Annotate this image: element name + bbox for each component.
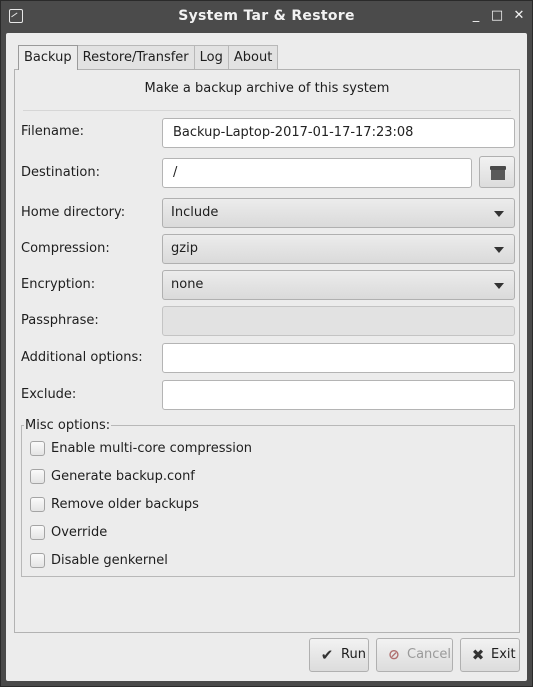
maximize-icon[interactable]: □ bbox=[489, 8, 505, 24]
exit-label: Exit bbox=[491, 647, 516, 662]
additional-options-label: Additional options: bbox=[21, 350, 143, 365]
window-title: System Tar & Restore bbox=[178, 8, 355, 24]
multicore-checkbox[interactable] bbox=[30, 441, 45, 456]
home-directory-value: Include bbox=[171, 205, 219, 220]
misc-options-title: Misc options: bbox=[24, 418, 112, 433]
encryption-value: none bbox=[171, 277, 204, 292]
tab-log[interactable]: Log bbox=[193, 45, 229, 69]
misc-options-group: Misc options: Enable multi-core compress… bbox=[21, 418, 515, 577]
additional-options-input[interactable] bbox=[162, 343, 515, 373]
multicore-label[interactable]: Enable multi-core compression bbox=[51, 441, 252, 456]
tab-backup[interactable]: Backup bbox=[18, 45, 78, 70]
close-window-icon[interactable]: ✕ bbox=[511, 8, 527, 24]
panel-heading: Make a backup archive of this system bbox=[144, 81, 390, 96]
override-label[interactable]: Override bbox=[51, 525, 107, 540]
generate-conf-checkbox[interactable] bbox=[30, 469, 45, 484]
folder-icon bbox=[490, 166, 506, 180]
home-directory-label: Home directory: bbox=[21, 205, 126, 220]
app-window: System Tar & Restore _ □ ✕ Backup Restor… bbox=[0, 0, 533, 687]
exit-button[interactable]: ✖ Exit bbox=[460, 638, 520, 672]
run-button[interactable]: ✔ Run bbox=[309, 638, 369, 672]
chevron-down-icon bbox=[494, 247, 504, 253]
check-icon: ✔ bbox=[320, 646, 334, 664]
client-area: Backup Restore/Transfer Log About Make a… bbox=[6, 33, 527, 681]
compression-select[interactable]: gzip bbox=[162, 234, 515, 264]
run-label: Run bbox=[341, 647, 366, 662]
minimize-icon[interactable]: _ bbox=[468, 8, 484, 24]
remove-older-checkbox[interactable] bbox=[30, 497, 45, 512]
close-icon: ✖ bbox=[471, 646, 485, 664]
remove-older-label[interactable]: Remove older backups bbox=[51, 497, 199, 512]
browse-button[interactable] bbox=[479, 156, 515, 188]
disable-genkernel-checkbox[interactable] bbox=[30, 553, 45, 568]
cancel-button[interactable]: ⊘ Cancel bbox=[376, 638, 453, 672]
tab-about[interactable]: About bbox=[227, 45, 279, 69]
compression-value: gzip bbox=[171, 241, 198, 256]
cancel-icon: ⊘ bbox=[388, 647, 400, 663]
titlebar[interactable]: System Tar & Restore _ □ ✕ bbox=[1, 1, 532, 33]
exclude-input[interactable] bbox=[162, 380, 515, 410]
cancel-label: Cancel bbox=[407, 647, 452, 662]
encryption-select[interactable]: none bbox=[162, 270, 515, 300]
disable-genkernel-label[interactable]: Disable genkernel bbox=[51, 553, 168, 568]
chevron-down-icon bbox=[494, 283, 504, 289]
generate-conf-label[interactable]: Generate backup.conf bbox=[51, 469, 195, 484]
passphrase-label: Passphrase: bbox=[21, 313, 99, 328]
filename-input[interactable]: Backup-Laptop-2017-01-17-17:23:08 bbox=[162, 118, 515, 148]
destination-label: Destination: bbox=[21, 165, 100, 180]
divider bbox=[23, 110, 511, 111]
home-directory-select[interactable]: Include bbox=[162, 198, 515, 228]
override-checkbox[interactable] bbox=[30, 525, 45, 540]
compression-label: Compression: bbox=[21, 241, 110, 256]
chevron-down-icon bbox=[494, 211, 504, 217]
backup-panel: Make a backup archive of this system Fil… bbox=[14, 69, 520, 633]
encryption-label: Encryption: bbox=[21, 277, 96, 292]
tab-restore-transfer[interactable]: Restore/Transfer bbox=[76, 45, 195, 69]
filename-label: Filename: bbox=[21, 124, 85, 139]
destination-input[interactable]: / bbox=[162, 158, 472, 188]
passphrase-input[interactable] bbox=[162, 306, 515, 336]
tab-bar: Backup Restore/Transfer Log About bbox=[18, 45, 279, 70]
exclude-label: Exclude: bbox=[21, 387, 77, 402]
